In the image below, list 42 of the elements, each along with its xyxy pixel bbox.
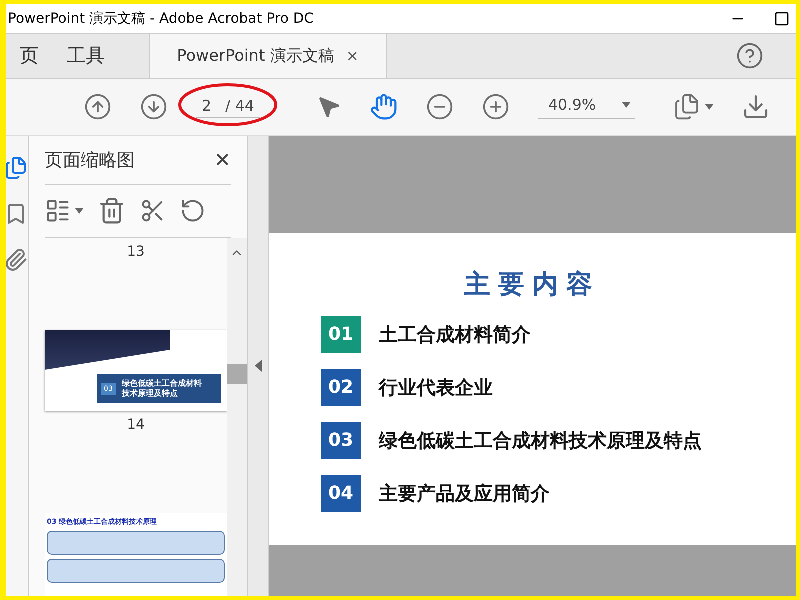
tab[interactable]: 页 [6,34,53,78]
page-fit-button[interactable] [673,93,714,121]
next-page-button[interactable] [140,93,168,121]
paperclip-icon[interactable] [6,248,28,272]
tab[interactable]: PowerPoint 演示文稿 × [149,34,387,78]
pages-icon[interactable] [6,156,28,180]
slide-title: 主要内容 [464,269,600,302]
delete-icon[interactable] [98,197,126,225]
page-number-field[interactable]: 2 [202,96,212,114]
close-panel-button[interactable]: ✕ [214,148,231,172]
zoom-dropdown[interactable]: 40.9% [538,96,636,118]
page-number-label: 13 [127,244,145,260]
zoom-in-button[interactable] [482,93,510,121]
rotate-icon[interactable] [180,198,206,224]
maximize-icon[interactable] [774,10,790,26]
number-badge: 03 [321,422,361,459]
hand-tool-button[interactable] [370,93,398,121]
help-icon[interactable] [736,42,764,70]
scrollbar[interactable] [227,238,247,596]
page-total: / 44 [226,96,254,114]
number-badge: 01 [321,316,361,353]
download-icon[interactable] [742,93,770,121]
window-title: PowerPoint 演示文稿 - Adobe Acrobat Pro DC [7,10,314,28]
close-tab-button[interactable]: × [346,47,359,65]
tab[interactable]: 工具 [53,34,119,78]
caret-icon [75,208,84,214]
number-badge: 02 [321,369,361,406]
agenda-item: 行业代表企业 [379,376,493,400]
caret-icon [705,104,714,110]
agenda-item: 主要产品及应用简介 [379,482,550,506]
agenda-item: 绿色低碳土工合成材料技术原理及特点 [379,428,702,454]
page-number-label: 14 [127,417,145,434]
caret-icon [622,102,632,108]
previous-page-button[interactable] [84,93,112,121]
scrollbar-thumb[interactable] [227,364,247,384]
thumbnail-options-button[interactable] [45,198,84,224]
triangle-left-icon [254,360,262,372]
zoom-out-button[interactable] [426,93,454,121]
panel-title: 页面缩略图 [45,149,135,172]
agenda-item: 土工合成材料简介 [379,322,531,348]
section-title: 绿色低碳土工合成材料技术原理及特点 [122,378,203,398]
number-badge: 04 [321,475,361,512]
